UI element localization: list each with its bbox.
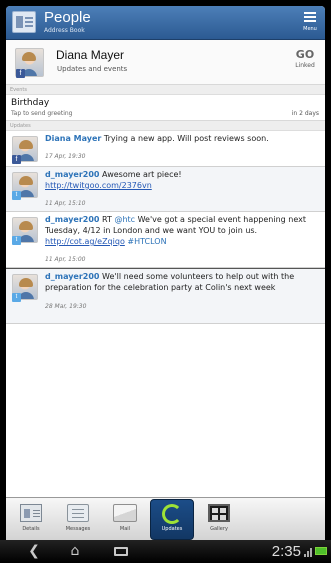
messages-icon [67,504,89,522]
bottom-tab-bar: Details Messages Mail Updates Gallery [6,497,325,540]
app-title: People [44,9,91,26]
app-title-bar: People Address Book Menu [6,6,325,40]
update-time: 17 Apr, 19:30 [45,153,86,160]
battery-icon [315,547,327,555]
update-author[interactable]: d_mayer200 [45,170,100,179]
update-item[interactable]: t d_mayer200 We'll need some volunteers … [6,268,325,324]
update-message: Trying a new app. Will post reviews soon… [101,134,269,143]
updates-section-header: Updates [6,121,325,131]
event-date: in 2 days [291,110,319,117]
twitter-icon: t [12,236,21,245]
update-author[interactable]: d_mayer200 [45,215,100,224]
system-navigation-bar: ❮ ⌂ 2:35 [0,540,331,563]
update-time: 28 Mar, 19:30 [45,303,87,310]
tab-details[interactable]: Details [9,499,53,540]
gallery-icon [208,504,230,522]
back-icon[interactable]: ❮ [24,542,44,561]
update-item[interactable]: t d_mayer200 RT @htc We've got a special… [6,212,325,268]
contact-name: Diana Mayer [56,48,125,62]
update-text: d_mayer200 We'll need some volunteers to… [45,271,323,293]
details-icon [20,504,42,522]
update-hashtag[interactable]: #HTCLON [125,237,166,246]
linked-button[interactable]: GO Linked [290,48,320,69]
people-app-screen: People Address Book Menu f Diana Mayer U… [6,6,325,540]
tab-label: Mail [119,526,131,532]
recent-apps-icon[interactable] [112,542,130,561]
events-section-header: Events [6,85,325,95]
facebook-icon: f [12,155,21,164]
update-item[interactable]: f Diana Mayer Trying a new app. Will pos… [6,131,325,167]
retweet-prefix: RT [99,215,115,224]
mail-icon [113,504,137,522]
tab-mail[interactable]: Mail [103,499,147,540]
app-subtitle: Address Book [44,27,85,34]
home-icon[interactable]: ⌂ [64,542,86,561]
update-time: 11 Apr, 15:00 [45,256,86,263]
facebook-icon: f [16,69,25,78]
tab-messages[interactable]: Messages [56,499,100,540]
address-book-icon [12,11,36,33]
link-icon: GO [295,48,315,61]
update-message: Awesome art piece! [99,170,182,179]
tab-label: Messages [65,526,91,532]
status-clock: 2:35 [271,543,301,560]
update-author[interactable]: d_mayer200 [45,272,100,281]
twitter-icon: t [12,293,21,302]
update-author[interactable]: Diana Mayer [45,134,101,143]
update-link[interactable]: http://twitgoo.com/2376vn [45,181,152,190]
twitter-icon: t [12,191,21,200]
event-subtitle: Tap to send greeting [11,110,73,117]
tab-updates[interactable]: Updates [150,499,194,540]
update-text: Diana Mayer Trying a new app. Will post … [45,133,323,144]
menu-icon [304,12,316,22]
update-link[interactable]: http://cot.ag/eZqiqo [45,237,125,246]
linked-label: Linked [295,62,315,69]
tab-gallery[interactable]: Gallery [197,499,241,540]
update-mention[interactable]: @htc [114,215,135,224]
updates-icon [162,504,182,524]
update-text: d_mayer200 Awesome art piece! http://twi… [45,169,323,191]
signal-icon [304,548,313,557]
update-time: 11 Apr, 15:10 [45,200,86,207]
tab-label: Details [22,526,40,532]
event-title: Birthday [11,98,50,108]
contact-header: f Diana Mayer Updates and events GO Link… [6,40,325,85]
update-text: d_mayer200 RT @htc We've got a special e… [45,214,323,247]
menu-button[interactable]: Menu [299,9,321,37]
tab-label: Updates [161,526,183,532]
contact-subtitle: Updates and events [57,65,128,73]
menu-label: Menu [303,26,317,32]
tab-label: Gallery [210,526,228,532]
update-item[interactable]: t d_mayer200 Awesome art piece! http://t… [6,167,325,212]
birthday-event-row[interactable]: Birthday Tap to send greeting in 2 days [6,95,325,121]
